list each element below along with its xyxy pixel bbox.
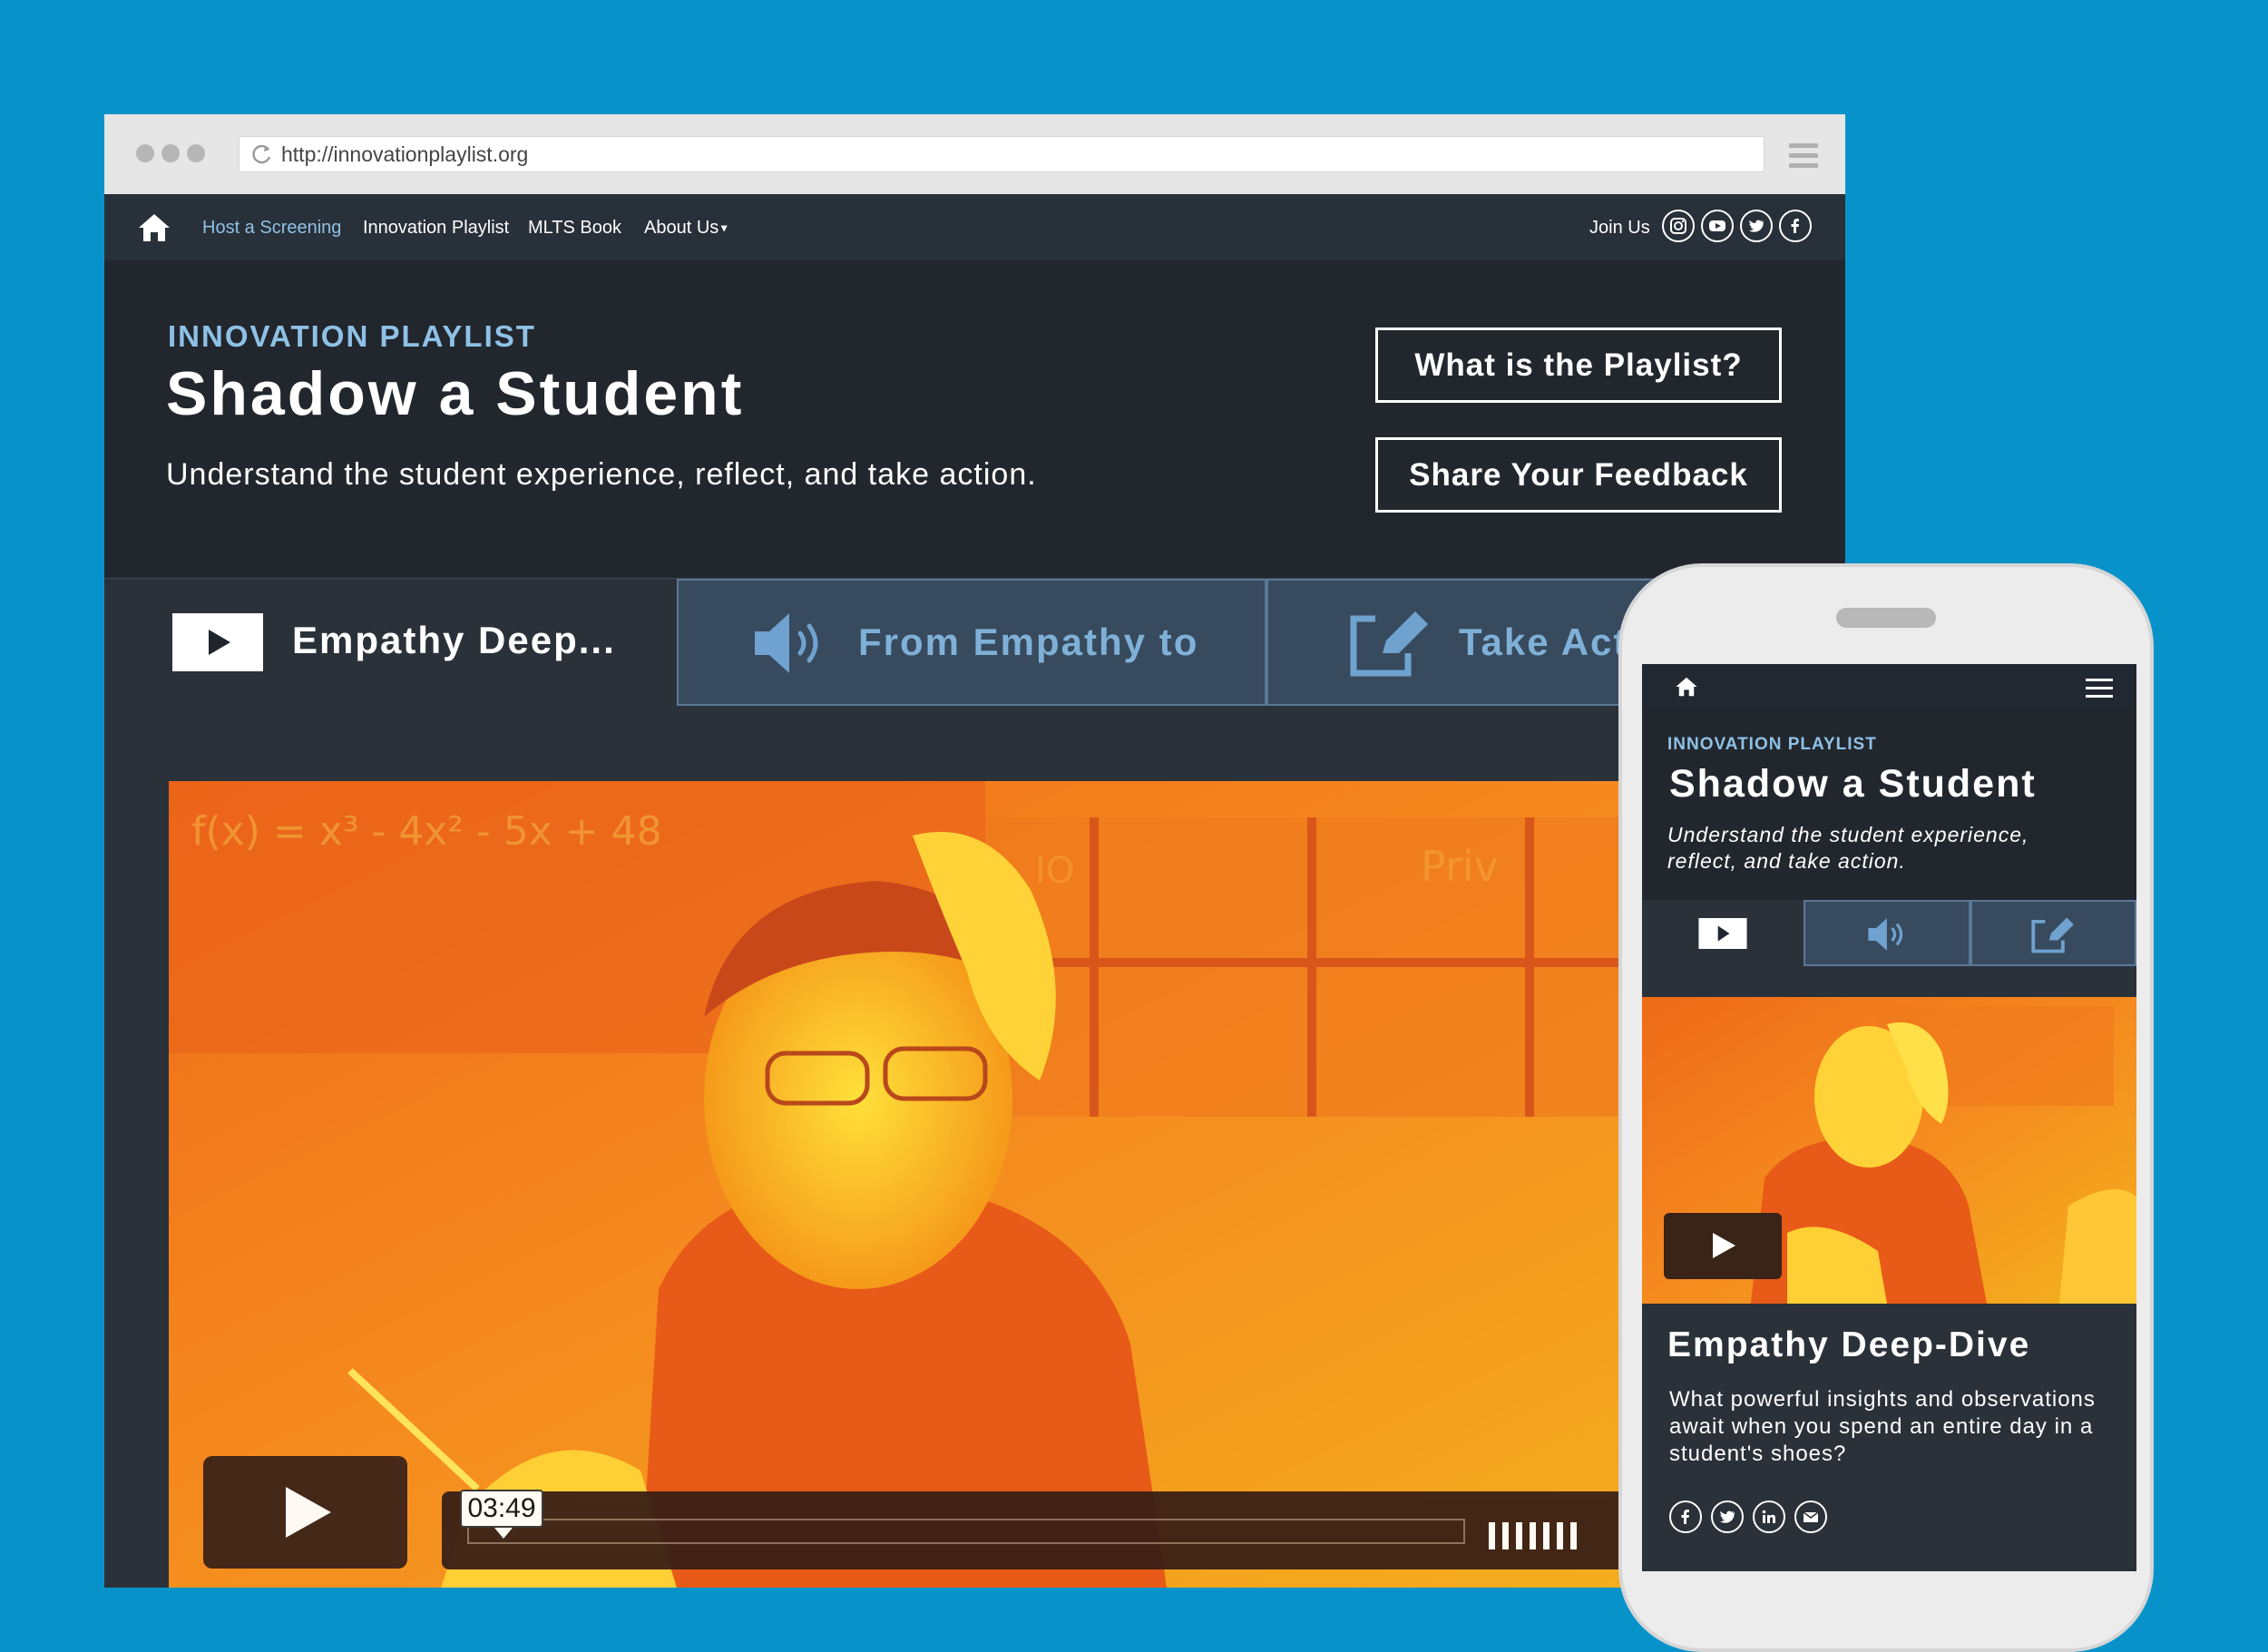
nav-mlts-book[interactable]: MLTS Book <box>528 216 621 239</box>
time-tooltip: 03:49 <box>460 1490 543 1539</box>
tab-label-take-action: Take Act <box>1459 621 1628 663</box>
video-play-icon <box>1698 918 1747 949</box>
twitter-icon[interactable] <box>1711 1500 1744 1533</box>
youtube-icon[interactable] <box>1701 210 1734 242</box>
video-play-button[interactable] <box>203 1456 407 1569</box>
mobile-screen: INNOVATION PLAYLIST Shadow a Student Und… <box>1642 664 2136 1571</box>
tab-label-empathy: Empathy Deep... <box>292 619 616 661</box>
mobile-video-thumbnail[interactable] <box>1642 997 2136 1304</box>
nav-about-us[interactable]: About Us▼ <box>644 216 729 240</box>
url-text: http://innovationplaylist.org <box>281 142 529 166</box>
video-play-icon <box>172 613 263 671</box>
board-equation: f(x) = x³ - 4x² - 5x + 48 <box>191 808 662 855</box>
tab-empathy-deep-dive[interactable]: Empathy Deep... <box>104 579 677 706</box>
mobile-hero: INNOVATION PLAYLIST Shadow a Student Und… <box>1642 708 2136 900</box>
mobile-nav <box>1642 664 2136 708</box>
mobile-phone-frame: INNOVATION PLAYLIST Shadow a Student Und… <box>1618 563 2154 1652</box>
play-icon <box>1713 1233 1735 1258</box>
door-sign-2: IO <box>1035 850 1074 892</box>
nav-innovation-playlist[interactable]: Innovation Playlist <box>363 216 509 239</box>
address-bar[interactable]: http://innovationplaylist.org <box>239 136 1765 172</box>
reload-icon[interactable] <box>250 142 274 166</box>
browser-menu-icon[interactable] <box>1789 142 1818 171</box>
tab-from-empathy-to[interactable]: From Empathy to <box>677 579 1266 706</box>
mobile-page-title: Shadow a Student <box>1669 762 2037 806</box>
nav-about-us-label: About Us <box>644 218 719 238</box>
what-is-playlist-button[interactable]: What is the Playlist? <box>1375 327 1782 403</box>
speaker-icon <box>1868 918 1903 951</box>
facebook-icon[interactable] <box>1779 210 1812 242</box>
playlist-tabs: Empathy Deep... From Empathy to Take Act <box>104 578 1845 706</box>
facebook-icon[interactable] <box>1669 1500 1702 1533</box>
door-sign: Priv <box>1421 842 1499 891</box>
video-player[interactable]: f(x) = x³ - 4x² - 5x + 48 Priv IO 03:49 <box>169 781 1845 1588</box>
mobile-video-info-card: Empathy Deep-Dive What powerful insights… <box>1642 1304 2136 1571</box>
window-dot-maximize[interactable] <box>187 144 205 162</box>
video-title: Empathy Deep-Dive <box>1667 1325 2031 1364</box>
email-icon[interactable] <box>1794 1500 1827 1533</box>
mobile-tab-action[interactable] <box>1970 900 2136 966</box>
mobile-tab-video[interactable] <box>1642 900 1804 966</box>
page-title: Shadow a Student <box>166 359 745 428</box>
page-subtitle: Understand the student experience, refle… <box>166 457 1037 492</box>
speaker-icon <box>755 613 818 673</box>
mobile-page-subtitle: Understand the student experience, refle… <box>1667 823 2029 873</box>
phone-speaker <box>1836 608 1936 628</box>
video-progress-bar[interactable]: 03:49 <box>460 1490 1465 1544</box>
hero-eyebrow: INNOVATION PLAYLIST <box>168 319 536 353</box>
caret-down-icon: ▼ <box>719 221 730 235</box>
hero-section: INNOVATION PLAYLIST Shadow a Student Und… <box>104 260 1845 578</box>
home-icon[interactable] <box>137 212 171 243</box>
play-icon <box>286 1487 331 1538</box>
share-feedback-button[interactable]: Share Your Feedback <box>1375 437 1782 513</box>
window-dot-close[interactable] <box>136 144 154 162</box>
twitter-icon[interactable] <box>1740 210 1773 242</box>
edit-icon <box>2031 917 2074 953</box>
instagram-icon[interactable] <box>1662 210 1695 242</box>
video-thumbnail: f(x) = x³ - 4x² - 5x + 48 Priv IO <box>169 781 1845 1588</box>
edit-icon <box>1350 611 1428 677</box>
join-us-link[interactable]: Join Us <box>1589 216 1650 239</box>
mobile-playlist-tabs <box>1642 900 2136 966</box>
mobile-tab-audio[interactable] <box>1804 900 1970 966</box>
mobile-video-play-button[interactable] <box>1664 1213 1782 1279</box>
video-description: What powerful insights and observations … <box>1669 1387 2096 1466</box>
home-icon[interactable] <box>1675 676 1698 698</box>
nav-host-a-screening[interactable]: Host a Screening <box>202 216 341 239</box>
linkedin-icon[interactable] <box>1753 1500 1785 1533</box>
browser-toolbar: http://innovationplaylist.org <box>104 114 1845 195</box>
tab-label-from-empathy: From Empathy to <box>858 621 1199 663</box>
desktop-browser-window: http://innovationplaylist.org Host a Scr… <box>104 114 1845 1588</box>
hamburger-menu-icon[interactable] <box>2086 679 2113 699</box>
window-dot-minimize[interactable] <box>161 144 180 162</box>
mobile-hero-eyebrow: INNOVATION PLAYLIST <box>1667 735 1877 754</box>
site-nav: Host a Screening Innovation Playlist MLT… <box>104 194 1845 260</box>
volume-bars-icon[interactable] <box>1489 1522 1589 1549</box>
